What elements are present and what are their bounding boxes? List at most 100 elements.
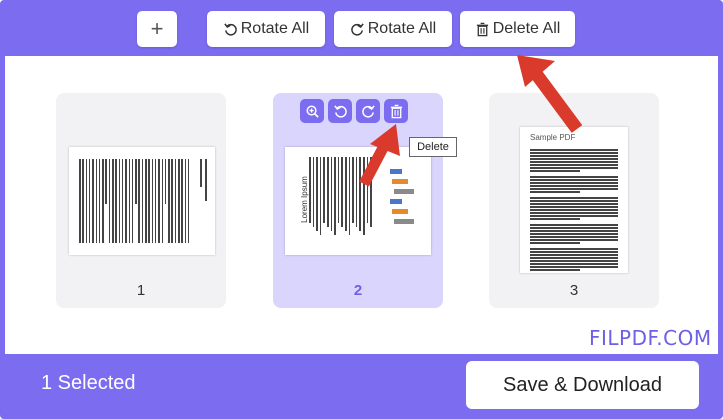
thumbnail-text-line xyxy=(118,159,121,243)
thumbnail-text-line xyxy=(327,157,329,227)
thumbnail-text-line xyxy=(530,182,618,184)
thumbnail-text-line xyxy=(530,149,618,151)
thumbnail-text-line xyxy=(205,159,207,201)
thumbnail-text-line xyxy=(334,157,336,235)
save-download-button[interactable]: Save & Download xyxy=(466,361,699,409)
page-card-1[interactable]: 1 xyxy=(56,93,226,308)
rotate-left-page-button[interactable] xyxy=(328,99,352,123)
trash-icon xyxy=(476,22,488,36)
thumbnail-text-line xyxy=(158,159,160,243)
thumbnail-text-line xyxy=(530,254,618,256)
thumbnail-chart-bar xyxy=(390,169,402,174)
zoom-button[interactable] xyxy=(300,99,324,123)
thumbnail-text-line xyxy=(161,159,163,243)
thumbnail-text-line xyxy=(345,157,347,231)
thumbnail-text-line xyxy=(355,157,358,227)
thumbnail-text-line xyxy=(95,159,97,243)
thumbnail-text-line xyxy=(370,157,372,227)
thumbnail-text-line xyxy=(359,157,361,231)
watermark: FILPDF.COM xyxy=(589,326,712,350)
thumbnail-text-line xyxy=(309,157,311,223)
thumbnail-text-line xyxy=(530,227,618,229)
page-number-2: 2 xyxy=(353,282,363,299)
thumbnail-text-line xyxy=(352,157,354,223)
page-card-2[interactable]: Lorem Ipsum 2 xyxy=(273,93,443,308)
thumbnail-text-line xyxy=(363,157,365,235)
thumbnail-text-line xyxy=(171,159,173,243)
thumbnail-text-line xyxy=(79,159,81,243)
thumbnail-text-line xyxy=(145,159,147,243)
thumbnail-text-line xyxy=(366,157,369,223)
thumbnail-text-line xyxy=(530,185,618,187)
thumbnail-text-line xyxy=(530,188,618,190)
thumbnail-text-line xyxy=(530,179,618,181)
thumbnail-text-line xyxy=(135,159,137,204)
thumbnail-text-line xyxy=(330,157,333,231)
thumbnail-text-line xyxy=(530,233,618,235)
thumbnail-text-line xyxy=(115,159,117,243)
thumbnail-text-line xyxy=(530,176,618,178)
thumbnail-text-line xyxy=(348,157,351,235)
toolbar: + Rotate All Rotate All Delete All xyxy=(0,0,723,56)
thumbnail-text-line xyxy=(530,197,618,199)
page-tools xyxy=(300,99,408,123)
thumbnail-text-line xyxy=(530,215,618,217)
delete-all-button[interactable]: Delete All xyxy=(460,11,575,47)
thumbnail-text-line xyxy=(530,206,618,208)
thumbnail-text-line xyxy=(112,159,114,243)
delete-tooltip: Delete xyxy=(409,137,457,157)
thumbnail-text-line xyxy=(92,159,94,243)
page-thumbnail-1 xyxy=(69,147,215,255)
thumbnail-text-line xyxy=(312,157,315,227)
thumbnail-text-line xyxy=(530,224,618,226)
rotate-right-page-button[interactable] xyxy=(356,99,380,123)
page-number-3: 3 xyxy=(569,282,579,299)
page-number-1: 1 xyxy=(136,282,146,299)
thumbnail-chart-bar xyxy=(394,219,414,224)
thumbnail-text-line xyxy=(530,164,618,166)
thumbnail-text-line xyxy=(530,158,618,160)
thumbnail-chart-bar xyxy=(392,209,408,214)
rotate-left-icon xyxy=(224,22,237,36)
thumbnail-text-line xyxy=(530,212,618,214)
thumbnail-text-line xyxy=(85,159,88,243)
thumbnail-text-line xyxy=(88,159,91,243)
thumbnail-text-line xyxy=(530,242,580,244)
page-thumbnail-title: Lorem Ipsum xyxy=(299,176,309,223)
thumbnail-text-line xyxy=(530,251,618,253)
thumbnail-text-line xyxy=(530,191,580,193)
rotate-all-left-button[interactable]: Rotate All xyxy=(207,11,325,47)
thumbnail-text-line xyxy=(530,152,618,154)
page-thumbnail-2: Lorem Ipsum xyxy=(285,147,431,255)
rotate-all-right-button[interactable]: Rotate All xyxy=(334,11,452,47)
thumbnail-text-line xyxy=(530,260,618,262)
thumbnail-text-line xyxy=(105,159,107,204)
thumbnail-text-line xyxy=(530,218,580,220)
thumbnail-text-line xyxy=(131,159,134,243)
thumbnail-text-line xyxy=(530,266,618,268)
thumbnail-text-line xyxy=(151,159,154,243)
thumbnail-text-line xyxy=(530,209,618,211)
thumbnail-chart-bar xyxy=(394,189,414,194)
thumbnail-text-line xyxy=(98,159,101,243)
page-grid: 1 Lorem Ipsum 2 Sample PDF 3 Delete FILP… xyxy=(5,56,718,354)
thumbnail-text-line xyxy=(316,157,318,231)
thumbnail-text-line xyxy=(168,159,170,243)
page-thumbnail-title: Sample PDF xyxy=(530,133,576,142)
delete-page-button[interactable] xyxy=(384,99,408,123)
thumbnail-text-line xyxy=(530,269,580,271)
thumbnail-text-line xyxy=(128,159,130,243)
selected-count: 1 Selected xyxy=(41,372,136,394)
thumbnail-text-line xyxy=(102,159,104,243)
rotate-left-icon xyxy=(333,104,347,118)
thumbnail-text-line xyxy=(530,161,618,163)
rotate-right-icon xyxy=(350,22,364,36)
thumbnail-chart-bar xyxy=(392,179,408,184)
page-card-3[interactable]: Sample PDF 3 xyxy=(489,93,659,308)
rotate-all-left-label: Rotate All xyxy=(240,20,310,37)
save-download-label: Save & Download xyxy=(503,373,662,396)
thumbnail-text-line xyxy=(530,170,580,172)
delete-all-label: Delete All xyxy=(492,20,561,37)
add-file-button[interactable]: + xyxy=(137,11,177,47)
footer: 1 Selected Save & Download xyxy=(0,354,723,419)
